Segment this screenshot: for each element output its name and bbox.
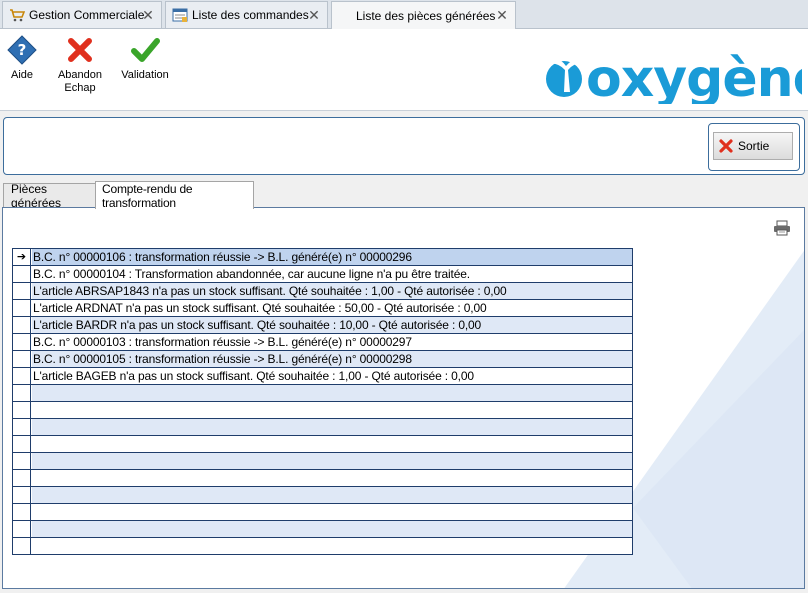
row-selector[interactable] (13, 283, 31, 299)
current-row-arrow-icon[interactable]: ➔ (13, 249, 31, 265)
close-icon[interactable]: ✕ (307, 8, 321, 22)
abandon-label: Abandon (57, 69, 103, 81)
row-selector[interactable] (13, 419, 31, 435)
row-selector[interactable] (13, 334, 31, 350)
green-check-icon (131, 38, 160, 62)
table-row[interactable] (13, 385, 632, 402)
table-row[interactable]: B.C. n° 00000103 : transformation réussi… (13, 334, 632, 351)
row-selector[interactable] (13, 453, 31, 469)
table-row[interactable] (13, 521, 632, 538)
row-selector[interactable] (13, 351, 31, 367)
header-panel: Sortie (3, 117, 805, 175)
sortie-frame: Sortie (708, 123, 800, 171)
help-label: Aide (10, 69, 34, 81)
report-message-cell (32, 538, 632, 554)
table-row[interactable] (13, 470, 632, 487)
report-message-cell: B.C. n° 00000105 : transformation réussi… (32, 351, 632, 367)
table-row[interactable]: B.C. n° 00000104 : Transformation abando… (13, 266, 632, 283)
list-window-icon (172, 7, 188, 23)
tab-label: Liste des pièces générées (356, 9, 496, 23)
report-message-cell (32, 436, 632, 452)
sortie-label: Sortie (738, 139, 770, 153)
tab-label: Compte-rendu de transformation (102, 181, 193, 210)
printer-icon[interactable] (773, 220, 791, 236)
tab-pieces-generees[interactable]: Pièces générées (3, 182, 96, 210)
report-message-cell (32, 487, 632, 503)
table-row[interactable]: L'article BAGEB n'a pas un stock suffisa… (13, 368, 632, 385)
abandon-shortcut: Echap (64, 82, 96, 94)
tab-label: Pièces générées (11, 182, 62, 210)
close-icon[interactable]: ✕ (495, 8, 509, 22)
svg-text:oxygène: oxygène (586, 49, 802, 104)
row-selector[interactable] (13, 521, 31, 537)
table-row[interactable] (13, 487, 632, 504)
report-message-cell (32, 453, 632, 469)
row-selector[interactable] (13, 487, 31, 503)
close-icon[interactable]: ✕ (141, 8, 155, 22)
table-row[interactable]: B.C. n° 00000105 : transformation réussi… (13, 351, 632, 368)
report-message-cell (32, 470, 632, 486)
validation-button[interactable]: Validation (120, 35, 170, 82)
report-message-cell (32, 419, 632, 435)
tab-liste-des-commandes[interactable]: Liste des commandes ✕ (165, 1, 328, 28)
report-message-cell: B.C. n° 00000103 : transformation réussi… (33, 335, 412, 349)
report-message-cell (32, 385, 632, 401)
toolbar: ? Aide Abandon Echap Validation oxygène (0, 29, 808, 111)
report-panel: ➔ B.C. n° 00000106 : transformation réuss… (2, 207, 805, 589)
report-message-cell: L'article ABRSAP1843 n'a pas un stock su… (32, 283, 632, 299)
report-grid[interactable]: ➔ B.C. n° 00000106 : transformation réuss… (12, 248, 633, 555)
table-row[interactable]: L'article BARDR n'a pas un stock suffisa… (13, 317, 632, 334)
table-row[interactable] (13, 402, 632, 419)
row-selector[interactable] (13, 538, 31, 554)
oxygene-logo: oxygène (546, 49, 802, 104)
row-selector[interactable] (13, 385, 31, 401)
row-selector[interactable] (13, 317, 31, 333)
row-selector[interactable] (13, 504, 31, 520)
row-selector[interactable] (13, 402, 31, 418)
table-row[interactable] (13, 453, 632, 470)
report-message-cell (32, 402, 632, 418)
svg-text:?: ? (18, 41, 27, 59)
report-message-cell: L'article BARDR n'a pas un stock suffisa… (32, 317, 632, 333)
red-cross-icon (68, 38, 92, 62)
row-selector[interactable] (13, 300, 31, 316)
tab-compte-rendu[interactable]: Compte-rendu de transformation (95, 181, 254, 210)
row-selector[interactable] (13, 266, 31, 282)
red-cross-icon (719, 139, 733, 153)
report-message-cell: B.C. n° 00000106 : transformation réussi… (32, 249, 632, 265)
validation-label: Validation (121, 69, 169, 81)
report-message-cell (32, 521, 632, 537)
report-message-cell: L'article BAGEB n'a pas un stock suffisa… (33, 369, 474, 383)
table-row[interactable] (13, 538, 632, 555)
row-selector[interactable] (13, 470, 31, 486)
table-row[interactable] (13, 436, 632, 453)
report-message-cell: L'article ARDNAT n'a pas un stock suffis… (33, 301, 487, 315)
report-message-cell: B.C. n° 00000104 : Transformation abando… (33, 267, 470, 281)
table-row[interactable] (13, 419, 632, 436)
tab-liste-des-pieces-generees[interactable]: Liste des pièces générées ✕ (331, 1, 516, 30)
document-tab-bar: Gestion Commerciale ✕ Liste des commande… (0, 0, 808, 30)
tab-label: Liste des commandes (192, 8, 309, 22)
table-row[interactable]: L'article ARDNAT n'a pas un stock suffis… (13, 300, 632, 317)
tab-label: Gestion Commerciale (29, 8, 145, 22)
help-button[interactable]: ? Aide (6, 35, 38, 82)
abandon-button[interactable]: Abandon Echap (56, 35, 104, 95)
sortie-button[interactable]: Sortie (713, 132, 793, 160)
tab-gestion-commerciale[interactable]: Gestion Commerciale ✕ (2, 1, 162, 28)
table-row[interactable]: L'article ABRSAP1843 n'a pas un stock su… (13, 283, 632, 300)
palm-tree-icon (546, 59, 584, 97)
table-row[interactable]: ➔ B.C. n° 00000106 : transformation réuss… (13, 249, 632, 266)
report-message-cell (32, 504, 632, 520)
row-selector[interactable] (13, 368, 31, 384)
help-diamond-icon: ? (7, 35, 37, 65)
table-row[interactable] (13, 504, 632, 521)
shopping-cart-icon (9, 7, 25, 23)
row-selector[interactable] (13, 436, 31, 452)
